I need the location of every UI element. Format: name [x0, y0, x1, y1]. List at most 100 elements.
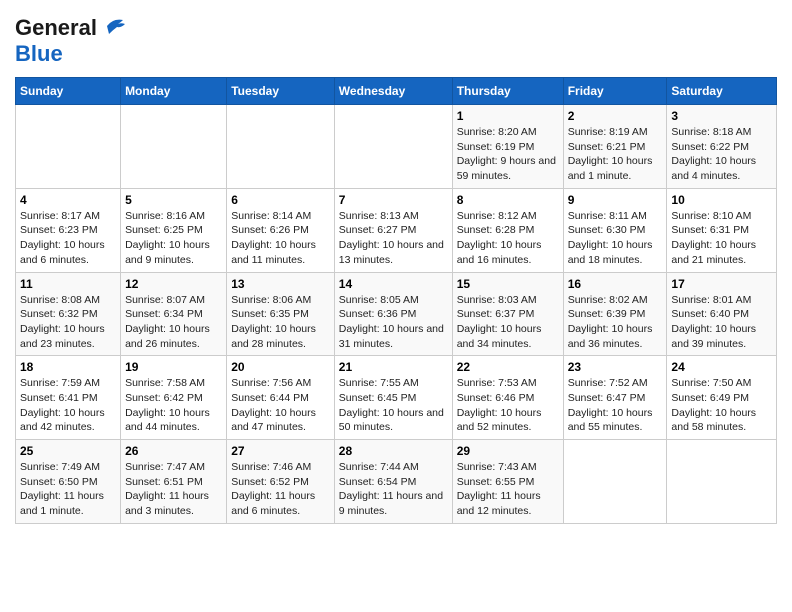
- weekday-header-monday: Monday: [121, 78, 227, 105]
- sunrise-text: Sunrise: 8:11 AM: [568, 210, 647, 222]
- daylight-text: Daylight: 10 hours and 55 minutes.: [568, 407, 653, 434]
- day-number: 9: [568, 193, 663, 207]
- day-number: 29: [457, 444, 559, 458]
- calendar-week-row: 25 Sunrise: 7:49 AM Sunset: 6:50 PM Dayl…: [16, 440, 777, 524]
- sunrise-text: Sunrise: 7:55 AM: [339, 377, 419, 389]
- day-number: 17: [671, 277, 772, 291]
- day-number: 28: [339, 444, 448, 458]
- daylight-text: Daylight: 11 hours and 6 minutes.: [231, 490, 315, 517]
- sunset-text: Sunset: 6:50 PM: [20, 476, 98, 488]
- sunset-text: Sunset: 6:54 PM: [339, 476, 417, 488]
- weekday-header-thursday: Thursday: [452, 78, 563, 105]
- sunrise-text: Sunrise: 8:20 AM: [457, 126, 537, 138]
- day-info: Sunrise: 8:02 AM Sunset: 6:39 PM Dayligh…: [568, 293, 663, 352]
- day-info: Sunrise: 8:06 AM Sunset: 6:35 PM Dayligh…: [231, 293, 330, 352]
- day-info: Sunrise: 7:43 AM Sunset: 6:55 PM Dayligh…: [457, 460, 559, 519]
- calendar-cell: [121, 105, 227, 189]
- daylight-text: Daylight: 10 hours and 6 minutes.: [20, 239, 105, 266]
- logo-general: General: [15, 15, 97, 41]
- calendar-cell: 16 Sunrise: 8:02 AM Sunset: 6:39 PM Dayl…: [563, 272, 667, 356]
- calendar-cell: 12 Sunrise: 8:07 AM Sunset: 6:34 PM Dayl…: [121, 272, 227, 356]
- day-info: Sunrise: 8:17 AM Sunset: 6:23 PM Dayligh…: [20, 209, 116, 268]
- day-number: 25: [20, 444, 116, 458]
- daylight-text: Daylight: 10 hours and 11 minutes.: [231, 239, 316, 266]
- calendar-cell: 4 Sunrise: 8:17 AM Sunset: 6:23 PM Dayli…: [16, 188, 121, 272]
- sunset-text: Sunset: 6:51 PM: [125, 476, 203, 488]
- day-info: Sunrise: 8:14 AM Sunset: 6:26 PM Dayligh…: [231, 209, 330, 268]
- day-number: 10: [671, 193, 772, 207]
- daylight-text: Daylight: 10 hours and 44 minutes.: [125, 407, 210, 434]
- calendar-cell: [563, 440, 667, 524]
- day-info: Sunrise: 8:19 AM Sunset: 6:21 PM Dayligh…: [568, 125, 663, 184]
- daylight-text: Daylight: 11 hours and 12 minutes.: [457, 490, 541, 517]
- calendar-cell: 24 Sunrise: 7:50 AM Sunset: 6:49 PM Dayl…: [667, 356, 777, 440]
- day-info: Sunrise: 7:50 AM Sunset: 6:49 PM Dayligh…: [671, 376, 772, 435]
- day-info: Sunrise: 8:08 AM Sunset: 6:32 PM Dayligh…: [20, 293, 116, 352]
- day-number: 24: [671, 360, 772, 374]
- day-number: 22: [457, 360, 559, 374]
- sunset-text: Sunset: 6:34 PM: [125, 308, 203, 320]
- day-number: 7: [339, 193, 448, 207]
- calendar-cell: 19 Sunrise: 7:58 AM Sunset: 6:42 PM Dayl…: [121, 356, 227, 440]
- weekday-header-friday: Friday: [563, 78, 667, 105]
- day-number: 15: [457, 277, 559, 291]
- day-info: Sunrise: 7:53 AM Sunset: 6:46 PM Dayligh…: [457, 376, 559, 435]
- day-number: 16: [568, 277, 663, 291]
- calendar-cell: 28 Sunrise: 7:44 AM Sunset: 6:54 PM Dayl…: [334, 440, 452, 524]
- day-info: Sunrise: 7:59 AM Sunset: 6:41 PM Dayligh…: [20, 376, 116, 435]
- day-info: Sunrise: 8:16 AM Sunset: 6:25 PM Dayligh…: [125, 209, 222, 268]
- sunrise-text: Sunrise: 8:17 AM: [20, 210, 100, 222]
- sunrise-text: Sunrise: 8:10 AM: [671, 210, 751, 222]
- daylight-text: Daylight: 11 hours and 3 minutes.: [125, 490, 209, 517]
- calendar-cell: 7 Sunrise: 8:13 AM Sunset: 6:27 PM Dayli…: [334, 188, 452, 272]
- sunset-text: Sunset: 6:41 PM: [20, 392, 98, 404]
- calendar-cell: 15 Sunrise: 8:03 AM Sunset: 6:37 PM Dayl…: [452, 272, 563, 356]
- sunrise-text: Sunrise: 7:56 AM: [231, 377, 311, 389]
- sunrise-text: Sunrise: 8:05 AM: [339, 294, 419, 306]
- daylight-text: Daylight: 10 hours and 21 minutes.: [671, 239, 756, 266]
- calendar-cell: [16, 105, 121, 189]
- daylight-text: Daylight: 10 hours and 47 minutes.: [231, 407, 316, 434]
- day-number: 3: [671, 109, 772, 123]
- day-number: 5: [125, 193, 222, 207]
- sunrise-text: Sunrise: 7:46 AM: [231, 461, 311, 473]
- sunrise-text: Sunrise: 7:50 AM: [671, 377, 751, 389]
- sunset-text: Sunset: 6:42 PM: [125, 392, 203, 404]
- day-info: Sunrise: 8:10 AM Sunset: 6:31 PM Dayligh…: [671, 209, 772, 268]
- calendar-cell: 9 Sunrise: 8:11 AM Sunset: 6:30 PM Dayli…: [563, 188, 667, 272]
- sunrise-text: Sunrise: 7:58 AM: [125, 377, 205, 389]
- calendar-cell: 18 Sunrise: 7:59 AM Sunset: 6:41 PM Dayl…: [16, 356, 121, 440]
- daylight-text: Daylight: 10 hours and 28 minutes.: [231, 323, 316, 350]
- sunrise-text: Sunrise: 7:47 AM: [125, 461, 205, 473]
- sunset-text: Sunset: 6:23 PM: [20, 224, 98, 236]
- calendar-cell: 29 Sunrise: 7:43 AM Sunset: 6:55 PM Dayl…: [452, 440, 563, 524]
- day-info: Sunrise: 7:58 AM Sunset: 6:42 PM Dayligh…: [125, 376, 222, 435]
- sunset-text: Sunset: 6:30 PM: [568, 224, 646, 236]
- day-info: Sunrise: 8:18 AM Sunset: 6:22 PM Dayligh…: [671, 125, 772, 184]
- calendar-cell: 3 Sunrise: 8:18 AM Sunset: 6:22 PM Dayli…: [667, 105, 777, 189]
- day-number: 12: [125, 277, 222, 291]
- sunrise-text: Sunrise: 8:06 AM: [231, 294, 311, 306]
- daylight-text: Daylight: 10 hours and 34 minutes.: [457, 323, 542, 350]
- daylight-text: Daylight: 10 hours and 42 minutes.: [20, 407, 105, 434]
- day-info: Sunrise: 7:55 AM Sunset: 6:45 PM Dayligh…: [339, 376, 448, 435]
- logo-bird-icon: [99, 16, 127, 36]
- sunset-text: Sunset: 6:19 PM: [457, 141, 535, 153]
- calendar-cell: 1 Sunrise: 8:20 AM Sunset: 6:19 PM Dayli…: [452, 105, 563, 189]
- sunset-text: Sunset: 6:35 PM: [231, 308, 309, 320]
- calendar-week-row: 4 Sunrise: 8:17 AM Sunset: 6:23 PM Dayli…: [16, 188, 777, 272]
- sunset-text: Sunset: 6:27 PM: [339, 224, 417, 236]
- calendar-week-row: 1 Sunrise: 8:20 AM Sunset: 6:19 PM Dayli…: [16, 105, 777, 189]
- day-info: Sunrise: 8:20 AM Sunset: 6:19 PM Dayligh…: [457, 125, 559, 184]
- sunset-text: Sunset: 6:55 PM: [457, 476, 535, 488]
- day-info: Sunrise: 8:12 AM Sunset: 6:28 PM Dayligh…: [457, 209, 559, 268]
- sunrise-text: Sunrise: 8:12 AM: [457, 210, 537, 222]
- day-info: Sunrise: 8:05 AM Sunset: 6:36 PM Dayligh…: [339, 293, 448, 352]
- day-info: Sunrise: 8:13 AM Sunset: 6:27 PM Dayligh…: [339, 209, 448, 268]
- sunset-text: Sunset: 6:44 PM: [231, 392, 309, 404]
- sunset-text: Sunset: 6:31 PM: [671, 224, 749, 236]
- day-number: 23: [568, 360, 663, 374]
- calendar-cell: 26 Sunrise: 7:47 AM Sunset: 6:51 PM Dayl…: [121, 440, 227, 524]
- sunrise-text: Sunrise: 8:18 AM: [671, 126, 751, 138]
- day-number: 13: [231, 277, 330, 291]
